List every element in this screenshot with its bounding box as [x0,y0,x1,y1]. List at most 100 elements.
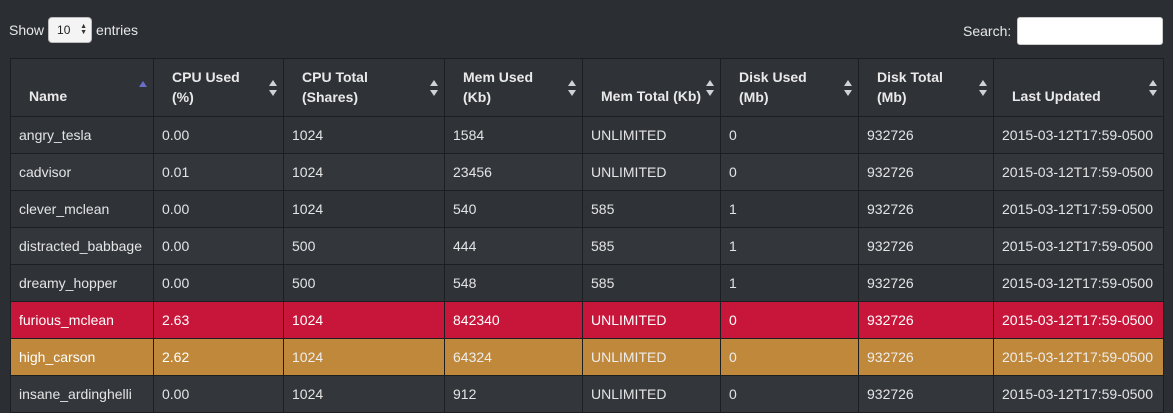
select-stepper-icon: ▲ ▼ [80,23,88,36]
entries-length-control: Show 10 ▲ ▼ entries [9,17,138,43]
cell-disk-total: 932726 [858,190,994,228]
cell-cpu-used: 0.00 [153,190,284,228]
table-row-alert-warning: high_carson 2.62 1024 64324 UNLIMITED 0 … [10,338,1164,376]
entries-label: entries [96,22,139,38]
search-input[interactable] [1017,17,1164,45]
column-header-label: Disk Used (Mb) [739,69,807,105]
cell-mem-used: 548 [444,264,583,302]
cell-disk-total: 932726 [858,375,994,413]
cell-mem-used: 540 [444,190,583,228]
cell-cpu-used: 0.00 [153,264,284,302]
cell-last-updated: 2015-03-12T17:59-0500 [993,227,1164,265]
cell-cpu-used: 0.00 [153,375,284,413]
cell-cpu-used: 0.00 [153,227,284,265]
cell-disk-used: 1 [720,264,859,302]
cell-last-updated: 2015-03-12T17:59-0500 [993,301,1164,339]
cell-cpu-total: 1024 [283,116,445,154]
column-header-last-updated[interactable]: Last Updated [993,58,1164,117]
column-header-cpu-used[interactable]: CPU Used (%) [153,58,284,117]
table-row: cadvisor 0.01 1024 23456 UNLIMITED 0 932… [10,153,1164,191]
cell-disk-used: 0 [720,301,859,339]
sort-both-icon [706,80,714,96]
column-header-label: Last Updated [1012,88,1101,104]
cell-name: dreamy_hopper [10,264,154,302]
cell-disk-used: 0 [720,153,859,191]
containers-table: Name CPU Used (%) CPU Total (Shares) Mem… [10,58,1164,413]
table-row-alert-high: furious_mclean 2.63 1024 842340 UNLIMITE… [10,301,1164,339]
cell-mem-total: 585 [582,227,721,265]
cell-mem-used: 912 [444,375,583,413]
cell-cpu-used: 0.01 [153,153,284,191]
cell-mem-used: 64324 [444,338,583,376]
cell-cpu-total: 1024 [283,338,445,376]
cell-cpu-total: 1024 [283,301,445,339]
column-header-name[interactable]: Name [10,58,154,117]
cell-last-updated: 2015-03-12T17:59-0500 [993,264,1164,302]
header-row: Name CPU Used (%) CPU Total (Shares) Mem… [10,58,1164,117]
cell-last-updated: 2015-03-12T17:59-0500 [993,116,1164,154]
cell-name: high_carson [10,338,154,376]
column-header-label: Disk Total (Mb) [877,69,943,105]
table-controls: Show 10 ▲ ▼ entries Search: [0,0,1173,58]
cell-disk-used: 1 [720,227,859,265]
cell-name: distracted_babbage [10,227,154,265]
cell-name: clever_mclean [10,190,154,228]
column-header-label: Name [29,88,68,104]
cell-disk-total: 932726 [858,116,994,154]
sort-both-icon [568,80,576,96]
cell-disk-total: 932726 [858,153,994,191]
cell-last-updated: 2015-03-12T17:59-0500 [993,338,1164,376]
cell-mem-used: 444 [444,227,583,265]
sort-both-icon [844,80,852,96]
cell-mem-total: UNLIMITED [582,338,721,376]
cell-cpu-total: 1024 [283,375,445,413]
cell-cpu-total: 1024 [283,153,445,191]
cell-last-updated: 2015-03-12T17:59-0500 [993,190,1164,228]
column-header-label: CPU Total (Shares) [302,69,368,105]
search-control: Search: [963,17,1164,45]
search-label: Search: [963,23,1012,39]
column-header-mem-total[interactable]: Mem Total (Kb) [582,58,721,117]
column-header-disk-total[interactable]: Disk Total (Mb) [858,58,994,117]
cell-mem-used: 842340 [444,301,583,339]
sort-both-icon [430,80,438,96]
cell-cpu-total: 500 [283,227,445,265]
cell-last-updated: 2015-03-12T17:59-0500 [993,375,1164,413]
cell-name: angry_tesla [10,116,154,154]
cell-mem-total: UNLIMITED [582,116,721,154]
cell-disk-total: 932726 [858,338,994,376]
entries-select[interactable]: 10 ▲ ▼ [48,17,93,43]
cell-cpu-used: 0.00 [153,116,284,154]
cell-mem-used: 23456 [444,153,583,191]
table-row: distracted_babbage 0.00 500 444 585 1 93… [10,227,1164,265]
cell-disk-total: 932726 [858,264,994,302]
sort-both-icon [1149,80,1157,96]
cell-mem-total: UNLIMITED [582,301,721,339]
cell-cpu-used: 2.62 [153,338,284,376]
cell-name: furious_mclean [10,301,154,339]
cell-mem-used: 1584 [444,116,583,154]
column-header-cpu-total[interactable]: CPU Total (Shares) [283,58,445,117]
column-header-mem-used[interactable]: Mem Used (Kb) [444,58,583,117]
table-row: dreamy_hopper 0.00 500 548 585 1 932726 … [10,264,1164,302]
cell-disk-used: 0 [720,116,859,154]
column-header-disk-used[interactable]: Disk Used (Mb) [720,58,859,117]
column-header-label: CPU Used (%) [172,69,240,105]
sort-both-icon [269,80,277,96]
cell-cpu-used: 2.63 [153,301,284,339]
cell-cpu-total: 500 [283,264,445,302]
table-row: insane_ardinghelli 0.00 1024 912 UNLIMIT… [10,375,1164,413]
cell-disk-used: 0 [720,338,859,376]
cell-mem-total: UNLIMITED [582,153,721,191]
cell-disk-used: 0 [720,375,859,413]
column-header-label: Mem Total (Kb) [601,88,702,104]
sort-ascending-icon [139,81,147,97]
cell-cpu-total: 1024 [283,190,445,228]
table-row: angry_tesla 0.00 1024 1584 UNLIMITED 0 9… [10,116,1164,154]
cell-name: cadvisor [10,153,154,191]
show-label: Show [9,22,45,38]
table-row: clever_mclean 0.00 1024 540 585 1 932726… [10,190,1164,228]
cell-disk-total: 932726 [858,227,994,265]
column-header-label: Mem Used (Kb) [463,69,534,105]
sort-both-icon [979,80,987,96]
